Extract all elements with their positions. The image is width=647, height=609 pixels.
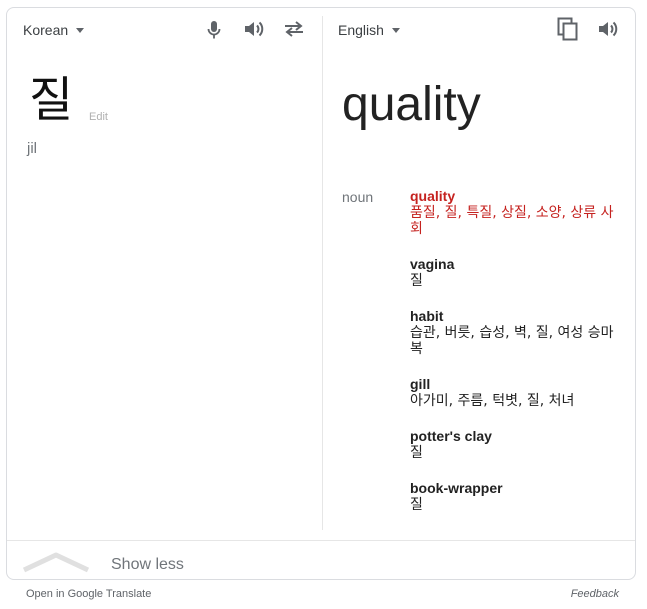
chevron-down-icon <box>391 27 400 33</box>
source-speaker-icon[interactable] <box>242 17 266 41</box>
source-language-select[interactable]: Korean <box>23 22 85 38</box>
edit-link[interactable]: Edit <box>89 111 108 123</box>
show-less-button[interactable]: Show less <box>21 550 184 579</box>
part-of-speech: noun <box>342 189 374 205</box>
dictionary-entry: quality 품질, 질, 특질, 상질, 소양, 상류 사회 <box>410 188 620 237</box>
entry-translations: 품질, 질, 특질, 상질, 소양, 상류 사회 <box>410 205 614 237</box>
copy-icon[interactable] <box>556 17 580 41</box>
target-language-label: English <box>338 22 384 38</box>
dictionary-entry: habit 습관, 버릇, 습성, 벽, 질, 여성 승마복 <box>410 308 620 357</box>
card-footer-divider <box>7 540 635 541</box>
entry-translations: 질 <box>410 497 423 513</box>
entry-word[interactable]: quality <box>410 188 620 205</box>
source-word: 질 <box>29 72 74 128</box>
dictionary-entry: vagina 질 <box>410 256 620 289</box>
swap-languages-icon[interactable] <box>282 17 306 41</box>
dictionary-entry: potter's clay 질 <box>410 428 620 461</box>
source-language-label: Korean <box>23 22 69 38</box>
translated-word: quality <box>342 78 481 131</box>
chevron-up-icon <box>21 550 91 579</box>
dictionary-entry: gill 아가미, 주름, 턱볏, 질, 처녀 <box>410 376 620 409</box>
show-less-label: Show less <box>111 555 184 573</box>
dictionary-entries: quality 품질, 질, 특질, 상질, 소양, 상류 사회 vagina … <box>410 188 620 532</box>
translate-card: Korean English 질 Edit jil quality noun q… <box>6 7 636 580</box>
entry-word[interactable]: habit <box>410 308 620 325</box>
feedback-link[interactable]: Feedback <box>571 588 619 600</box>
entry-word[interactable]: gill <box>410 376 620 393</box>
target-language-select[interactable]: English <box>338 22 400 38</box>
panel-divider <box>322 16 323 530</box>
entry-word[interactable]: book-wrapper <box>410 480 620 497</box>
entry-word[interactable]: potter's clay <box>410 428 620 445</box>
chevron-down-icon <box>76 27 85 33</box>
target-speaker-icon[interactable] <box>596 17 620 41</box>
entry-word[interactable]: vagina <box>410 256 620 273</box>
transliteration: jil <box>27 140 37 157</box>
microphone-icon[interactable] <box>202 18 226 42</box>
entry-translations: 습관, 버릇, 습성, 벽, 질, 여성 승마복 <box>410 325 614 357</box>
entry-translations: 아가미, 주름, 턱볏, 질, 처녀 <box>410 393 575 409</box>
entry-translations: 질 <box>410 273 423 289</box>
dictionary-entry: book-wrapper 질 <box>410 480 620 513</box>
entry-translations: 질 <box>410 445 423 461</box>
open-in-google-translate-link[interactable]: Open in Google Translate <box>26 588 151 600</box>
